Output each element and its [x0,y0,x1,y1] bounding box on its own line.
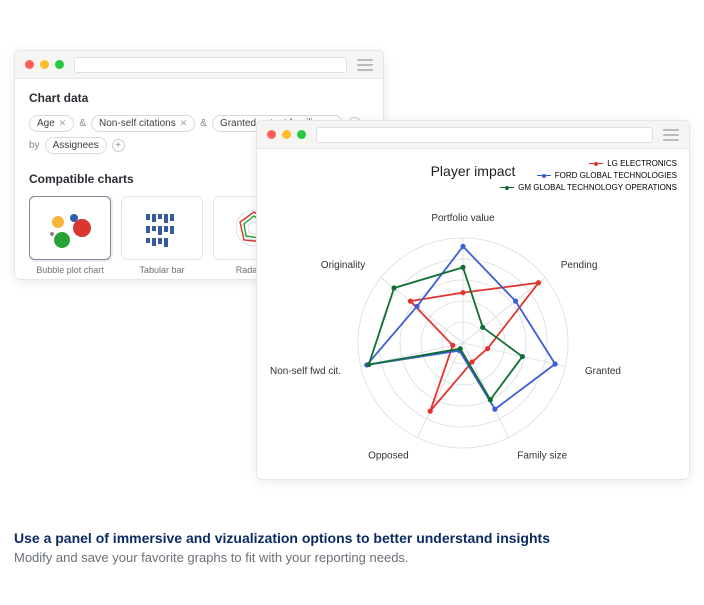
legend-label: GM GLOBAL TECHNOLOGY OPERATIONS [518,183,677,192]
window-controls [25,60,64,69]
caption-sub: Modify and save your favorite graphs to … [14,550,690,565]
chart-data-title: Chart data [29,91,369,105]
close-icon[interactable] [25,60,34,69]
legend-swatch-icon [500,187,514,188]
svg-text:Family size: Family size [517,451,567,462]
tabular-bar-icon [121,196,203,260]
card-label: Bubble plot chart [29,265,111,275]
card-tabular-bar[interactable]: Tabular bar [121,196,203,275]
maximize-icon[interactable] [297,130,306,139]
close-icon[interactable]: ✕ [180,118,188,129]
card-label: Tabular bar [121,265,203,275]
svg-text:Non-self fwd cit.: Non-self fwd cit. [270,366,341,377]
legend-item: GM GLOBAL TECHNOLOGY OPERATIONS [500,183,677,192]
hamburger-icon[interactable] [663,129,679,141]
titlebar [15,51,383,79]
amp-label: & [79,118,86,129]
chip-assignees[interactable]: Assignees [45,137,107,154]
hamburger-icon[interactable] [357,59,373,71]
legend-swatch-icon [537,175,551,176]
maximize-icon[interactable] [55,60,64,69]
chip-non-self-citations[interactable]: Non-self citations✕ [91,115,195,132]
titlebar [257,121,689,149]
close-icon[interactable]: ✕ [59,118,67,129]
address-bar[interactable] [316,127,653,143]
radar-chart: Portfolio value Pending Granted Family size… [268,183,678,483]
window-controls [267,130,306,139]
legend-label: FORD GLOBAL TECHNOLOGIES [555,171,677,180]
address-bar[interactable] [74,57,347,73]
svg-text:Pending: Pending [561,260,598,271]
player-impact-window: Player impact LG ELECTRONICS FORD GLOBAL… [256,120,690,480]
svg-text:Originality: Originality [321,260,365,271]
close-icon[interactable] [267,130,276,139]
caption: Use a panel of immersive and vizualizati… [14,530,690,565]
legend-item: FORD GLOBAL TECHNOLOGIES [500,171,677,180]
svg-text:Portfolio value: Portfolio value [431,213,495,224]
minimize-icon[interactable] [40,60,49,69]
chip-age[interactable]: Age✕ [29,115,74,132]
svg-text:Opposed: Opposed [368,451,409,462]
svg-text:Granted: Granted [585,366,621,377]
legend-label: LG ELECTRONICS [607,159,677,168]
legend-item: LG ELECTRONICS [500,159,677,168]
caption-headline: Use a panel of immersive and vizualizati… [14,530,690,546]
legend-swatch-icon [589,163,603,164]
add-by-button[interactable]: + [112,139,125,152]
minimize-icon[interactable] [282,130,291,139]
bubble-plot-icon [29,196,111,260]
card-bubble-plot[interactable]: Bubble plot chart [29,196,111,275]
legend: LG ELECTRONICS FORD GLOBAL TECHNOLOGIES … [500,159,677,195]
by-label: by [29,140,40,151]
amp-label: & [200,118,207,129]
